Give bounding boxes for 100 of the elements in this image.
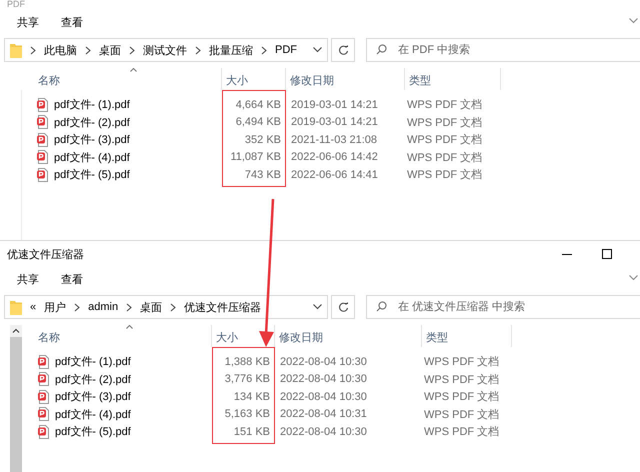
search-icon bbox=[376, 301, 387, 312]
pdf-file-icon bbox=[38, 354, 50, 369]
chevron-icon bbox=[126, 302, 132, 312]
breadcrumb-item[interactable]: 桌面 bbox=[140, 300, 162, 314]
search-icon bbox=[376, 44, 387, 55]
expand-ribbon-icon[interactable] bbox=[629, 18, 638, 24]
dropdown-chevron-icon[interactable] bbox=[313, 47, 322, 53]
modified-date: 2021-11-03 21:08 bbox=[290, 132, 378, 148]
search-field[interactable]: 在 PDF 中搜索 bbox=[366, 38, 640, 62]
file-name[interactable]: pdf文件- (4).pdf bbox=[55, 406, 131, 422]
breadcrumb-item[interactable]: 优速文件压缩器 bbox=[184, 300, 262, 314]
file-size: 4,664 KB bbox=[234, 98, 282, 113]
breadcrumb-item[interactable]: 桌面 bbox=[99, 42, 121, 58]
chevron-icon bbox=[74, 302, 80, 312]
sort-ascending-icon bbox=[130, 68, 137, 72]
chevron-icon bbox=[170, 302, 176, 312]
ribbon-tab[interactable]: 查看 bbox=[61, 14, 83, 30]
column-header[interactable]: 名称 bbox=[22, 325, 212, 347]
column-header[interactable]: 名称 bbox=[22, 68, 222, 90]
pdf-file-icon bbox=[37, 115, 49, 130]
file-name[interactable]: pdf文件- (2).pdf bbox=[55, 372, 131, 387]
modified-date: 2022-08-04 10:30 bbox=[279, 390, 368, 405]
scrollbar[interactable] bbox=[10, 325, 22, 472]
breadcrumb-item[interactable]: 用户 bbox=[44, 300, 66, 314]
file-type: WPS PDF 文档 bbox=[423, 354, 500, 370]
modified-date: 2022-08-04 10:31 bbox=[279, 407, 368, 422]
address-bar[interactable]: 此电脑 桌面 测试文件 批量压缩 PDF bbox=[4, 38, 328, 62]
column-header[interactable]: 类型 bbox=[405, 68, 501, 90]
column-header[interactable]: 修改日期 bbox=[286, 68, 405, 90]
refresh-button[interactable] bbox=[331, 38, 355, 62]
file-type: WPS PDF 文档 bbox=[423, 408, 500, 423]
pdf-file-icon bbox=[37, 98, 49, 112]
pdf-file-icon bbox=[38, 372, 50, 386]
folder-icon bbox=[10, 42, 22, 58]
file-name[interactable]: pdf文件- (1).pdf bbox=[54, 97, 130, 112]
file-size: 134 KB bbox=[232, 390, 271, 405]
file-type: WPS PDF 文档 bbox=[423, 424, 500, 440]
modified-date: 2019-03-01 14:21 bbox=[290, 98, 379, 113]
file-name[interactable]: pdf文件- (2).pdf bbox=[54, 114, 130, 130]
breadcrumb-item[interactable]: 测试文件 bbox=[143, 42, 187, 58]
modified-date: 2022-08-04 10:30 bbox=[279, 372, 368, 388]
modified-date: 2022-08-04 10:30 bbox=[279, 424, 368, 440]
file-name[interactable]: pdf文件- (5).pdf bbox=[55, 424, 131, 440]
file-name[interactable]: pdf文件- (4).pdf bbox=[54, 150, 130, 165]
ribbon-tab[interactable]: 查看 bbox=[61, 272, 83, 286]
file-name[interactable]: pdf文件- (1).pdf bbox=[55, 354, 131, 370]
modified-date: 2022-08-04 10:30 bbox=[279, 354, 368, 370]
pdf-file-icon bbox=[38, 390, 50, 404]
chevron-icon bbox=[195, 46, 201, 54]
maximize-icon[interactable] bbox=[602, 249, 612, 259]
pdf-file-icon bbox=[37, 132, 49, 147]
file-size: 151 KB bbox=[232, 424, 271, 440]
pdf-file-icon bbox=[37, 168, 49, 182]
chevron-icon bbox=[261, 46, 267, 54]
file-size: 1,388 KB bbox=[224, 354, 271, 370]
breadcrumb-item[interactable]: 此电脑 bbox=[44, 42, 77, 58]
folder-icon bbox=[10, 300, 22, 314]
chevron-icon bbox=[85, 46, 91, 54]
scroll-up-icon[interactable] bbox=[10, 325, 22, 337]
breadcrumb-item[interactable]: 批量压缩 bbox=[209, 42, 253, 58]
column-header[interactable]: 修改日期 bbox=[275, 325, 422, 347]
search-field[interactable]: 在 优速文件压缩器 中搜索 bbox=[366, 295, 640, 319]
modified-date: 2022-06-06 14:41 bbox=[290, 168, 379, 183]
file-name[interactable]: pdf文件- (3).pdf bbox=[55, 389, 131, 404]
file-size: 3,776 KB bbox=[224, 372, 271, 388]
file-size: 743 KB bbox=[244, 168, 282, 183]
column-header[interactable]: 类型 bbox=[422, 325, 512, 347]
file-type: WPS PDF 文档 bbox=[406, 116, 482, 131]
expand-ribbon-icon[interactable] bbox=[629, 275, 638, 281]
file-name[interactable]: pdf文件- (5).pdf bbox=[54, 167, 130, 182]
dropdown-chevron-icon[interactable] bbox=[313, 304, 322, 310]
address-bar[interactable]: « 用户 admin 桌面 优速文件压缩器 bbox=[4, 295, 328, 319]
refresh-icon bbox=[338, 44, 348, 56]
overflow-button[interactable]: « bbox=[30, 301, 36, 313]
breadcrumb-item[interactable]: PDF bbox=[275, 44, 297, 56]
file-size: 352 KB bbox=[244, 132, 282, 148]
chevron-icon bbox=[30, 46, 36, 54]
file-size: 11,087 KB bbox=[229, 150, 282, 166]
column-header[interactable]: 大小 bbox=[222, 68, 286, 90]
file-name[interactable]: pdf文件- (3).pdf bbox=[54, 132, 130, 148]
modified-date: 2022-06-06 14:42 bbox=[290, 150, 379, 166]
file-type: WPS PDF 文档 bbox=[423, 372, 500, 388]
file-type: WPS PDF 文档 bbox=[423, 390, 500, 406]
pdf-file-icon bbox=[38, 407, 50, 422]
modified-date: 2019-03-01 14:21 bbox=[290, 115, 379, 130]
file-type: WPS PDF 文档 bbox=[406, 150, 482, 166]
file-type: WPS PDF 文档 bbox=[406, 168, 482, 184]
file-size: 5,163 KB bbox=[224, 407, 271, 422]
file-type: WPS PDF 文档 bbox=[406, 132, 482, 148]
pdf-file-icon bbox=[38, 424, 50, 439]
window-title: 优速文件压缩器 bbox=[7, 248, 84, 262]
sort-ascending-icon bbox=[126, 325, 133, 329]
ribbon-tab[interactable]: 共享 bbox=[17, 272, 39, 286]
refresh-icon bbox=[338, 302, 348, 312]
file-type: WPS PDF 文档 bbox=[406, 98, 482, 114]
breadcrumb-item[interactable]: admin bbox=[88, 301, 118, 313]
file-size: 6,494 KB bbox=[234, 115, 282, 130]
refresh-button[interactable] bbox=[331, 295, 355, 319]
ribbon-tab[interactable]: 共享 bbox=[17, 14, 39, 30]
pdf-file-icon bbox=[37, 150, 49, 164]
